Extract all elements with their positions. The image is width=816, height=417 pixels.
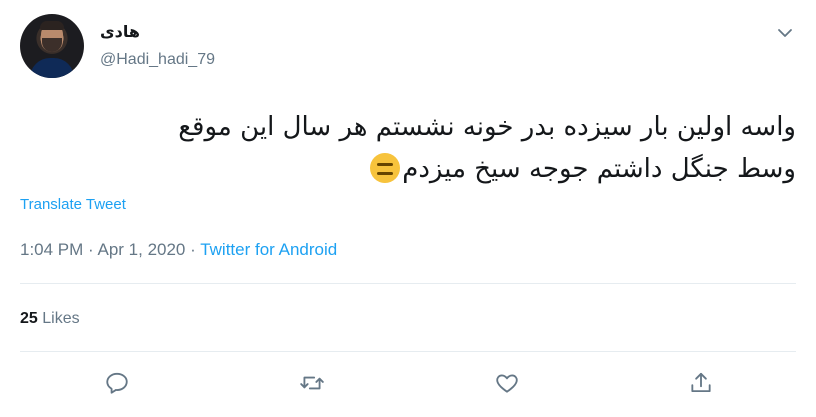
avatar-hair [40,21,64,30]
avatar-beard [42,38,62,52]
tweet-line-2: وسط جنگل داشتم جوجه سیخ میزدم [20,148,796,190]
tweet-line-2-text: وسط جنگل داشتم جوجه سیخ میزدم [402,154,796,184]
tweet-source[interactable]: Twitter for Android [200,240,337,259]
heart-icon[interactable] [494,370,520,396]
likes-count: 25 [20,310,38,327]
meta-separator: · [83,240,98,259]
tweet-line-1: واسه اولین بار سیزده بدر خونه نشستم هر س… [178,112,796,142]
user-handle[interactable]: @Hadi_hadi_79 [100,51,215,69]
display-name[interactable]: هادی [100,22,140,41]
tweet-time[interactable]: 1:04 PM [20,240,83,259]
share-icon[interactable] [688,370,714,396]
avatar-shirt [30,58,74,78]
divider [20,351,796,352]
translate-tweet-link[interactable]: Translate Tweet [20,196,126,213]
tweet-date[interactable]: Apr 1, 2020 [97,240,185,259]
retweet-icon[interactable] [299,370,325,396]
expressionless-face-icon [370,153,401,183]
meta-separator: · [185,240,201,259]
avatar[interactable] [20,14,84,78]
tweet-meta: 1:04 PM · Apr 1, 2020 · Twitter for Andr… [20,240,337,260]
reply-icon[interactable] [104,370,130,396]
chevron-down-icon[interactable] [776,24,794,42]
likes-label: Likes [42,310,80,327]
likes-stat[interactable]: 25 Likes [20,310,80,328]
divider [20,283,796,284]
tweet-text: واسه اولین بار سیزده بدر خونه نشستم هر س… [20,106,796,190]
